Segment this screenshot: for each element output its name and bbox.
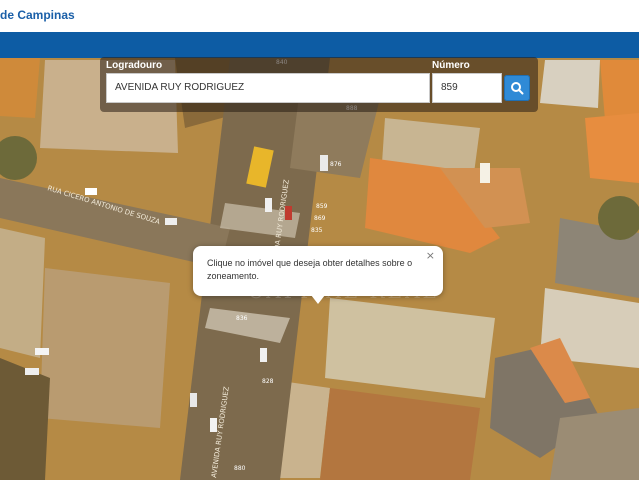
vehicle [85, 188, 97, 195]
address-number: 828 [262, 378, 274, 385]
address-search-panel: Logradouro Número AVENIDA RUY RODRIGUEZ … [100, 57, 538, 112]
close-icon[interactable]: × [426, 249, 435, 262]
popup-pointer [311, 295, 325, 304]
roof-building [585, 113, 639, 183]
address-number: 876 [330, 161, 342, 168]
number-input[interactable]: 859 [432, 73, 502, 103]
vehicle [35, 348, 49, 355]
vehicle [260, 348, 267, 362]
vegetation-area [0, 358, 50, 480]
nav-bar [0, 32, 639, 58]
address-number: 835 [311, 227, 323, 234]
street-field-label: Logradouro [106, 60, 163, 71]
street-input[interactable]: AVENIDA RUY RODRIGUEZ [106, 73, 430, 103]
vehicle [320, 155, 328, 171]
vehicle [480, 163, 490, 183]
address-number: 880 [234, 465, 246, 472]
roof-building [40, 268, 170, 428]
site-title: de Campinas [0, 8, 75, 22]
search-icon [511, 82, 524, 95]
address-number: 836 [236, 315, 248, 322]
popup-message: Clique no imóvel que deseja obter detalh… [207, 258, 413, 281]
roof-building [0, 228, 45, 358]
number-field-label: Número [432, 60, 470, 71]
roof-building [550, 408, 639, 480]
address-number: 859 [316, 203, 328, 210]
top-header: de Campinas [0, 0, 639, 32]
vehicle [190, 393, 197, 407]
roof-building [0, 58, 40, 118]
address-number: 869 [314, 215, 326, 222]
info-popup: Clique no imóvel que deseja obter detalh… [193, 246, 443, 304]
vehicle [265, 198, 272, 212]
vehicle [165, 218, 177, 225]
roof-building [600, 60, 639, 120]
roof-building [540, 60, 600, 108]
vehicle [25, 368, 39, 375]
search-button[interactable] [504, 75, 530, 101]
